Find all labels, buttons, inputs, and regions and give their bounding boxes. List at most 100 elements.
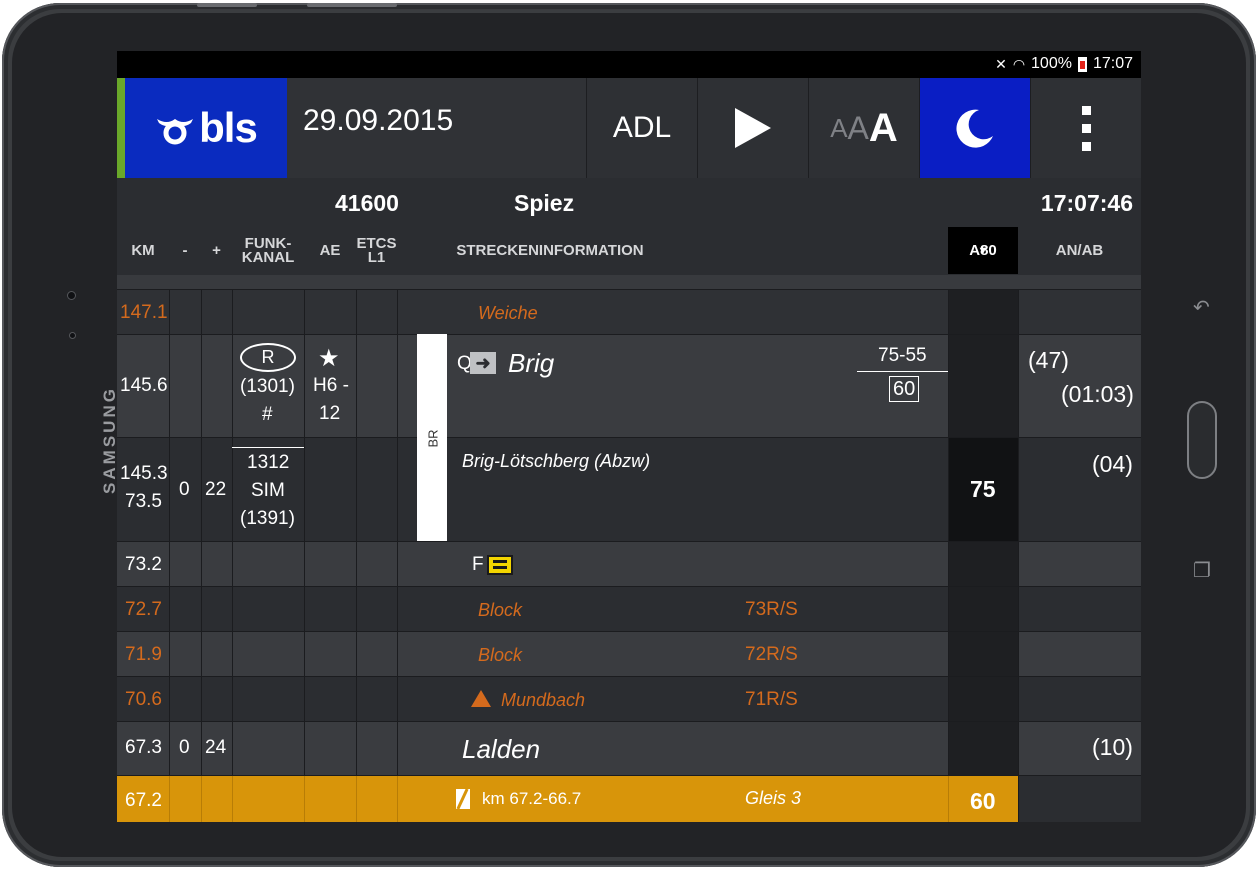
km-value: 145.6 — [120, 375, 168, 396]
arrival-value: (47) — [1028, 347, 1069, 373]
funk-hash: # — [262, 404, 273, 425]
header-separator — [117, 275, 1141, 289]
col-km: KM — [131, 242, 155, 259]
table-row[interactable]: 67.3 0 24 Lalden (10) — [117, 721, 1141, 775]
menu-dot — [1081, 105, 1091, 115]
train-number: 41600 — [335, 190, 399, 216]
track-info: Gleis 3 — [745, 788, 802, 808]
speed-limit-box: 60 — [889, 376, 920, 402]
battery-icon — [1077, 56, 1087, 72]
col-plus: + — [212, 242, 221, 259]
battery-level: 100% — [1031, 55, 1072, 72]
slope-icon — [456, 788, 470, 810]
adl-label: ADL — [612, 111, 672, 144]
star-icon: ★ — [318, 345, 340, 372]
col-ae: AE — [319, 242, 341, 259]
route-info: Mundbach — [501, 690, 586, 710]
status-time: 17:07 — [1092, 55, 1133, 72]
volume-button[interactable] — [197, 3, 257, 7]
funk-divider — [232, 447, 304, 448]
app-screen: ✕ ◠ 100% 17:07 bls 29.09.2015 ADL A A A — [117, 51, 1141, 822]
recent-apps-icon[interactable]: ❐ — [1193, 558, 1211, 582]
table-row[interactable]: 145.3 73.5 0 22 1312 SIM (1391) Brig-Löt… — [117, 437, 1141, 541]
current-station: Spiez — [514, 190, 575, 216]
play-icon — [735, 108, 771, 148]
table-row-current[interactable]: 67.2 km 67.2-66.7 Gleis 3 60 — [117, 775, 1141, 822]
arrow-right-icon: ➜ — [470, 352, 496, 374]
km-value: 71.9 — [125, 644, 162, 665]
overflow-menu-button[interactable] — [1030, 78, 1141, 178]
col-minus: - — [182, 242, 188, 259]
table-row[interactable]: 73.2 F — [117, 541, 1141, 586]
column-headers: KM - + FUNK- KANAL AE ETCS L1 STRECKENIN… — [117, 227, 1141, 275]
wifi-icon: ◠ — [1012, 55, 1026, 72]
col-streckeninformation: STRECKENINFORMATION — [456, 242, 644, 259]
km-value: 67.2 — [125, 790, 162, 811]
moon-icon — [956, 109, 993, 148]
menu-dot — [1081, 123, 1091, 133]
anab-value: (04) — [1092, 451, 1133, 477]
phone-signal-icon — [487, 555, 513, 575]
funk-ring-label: R — [261, 347, 275, 367]
minus-value: 0 — [179, 737, 190, 758]
warning-triangle-icon — [471, 690, 491, 707]
connection-indicator — [117, 78, 125, 178]
info-prefix: F — [472, 554, 484, 575]
speed-range: 75-55 — [878, 345, 927, 366]
logo-text: bls — [199, 104, 258, 151]
km-value: 147.1 — [120, 302, 168, 323]
back-icon[interactable]: ↶ — [1193, 295, 1210, 319]
speed-value: 75 — [970, 476, 996, 502]
funk-channel: (1391) — [240, 508, 295, 529]
col-etcs-line2: L1 — [367, 249, 386, 266]
route-info: Weiche — [478, 303, 538, 323]
menu-dot — [1081, 141, 1091, 151]
mute-icon: ✕ — [995, 55, 1007, 72]
anab-value: (10) — [1092, 734, 1133, 760]
km-value: 72.7 — [125, 599, 162, 620]
km-value: 73.2 — [125, 554, 162, 575]
home-button[interactable] — [1187, 401, 1217, 479]
station-name: Brig — [508, 348, 555, 378]
night-mode-button[interactable] — [919, 78, 1030, 178]
speed-profile-selector[interactable]: A80 ▼ — [948, 227, 1018, 274]
ae-value-2: 12 — [319, 403, 341, 424]
table-row[interactable]: 145.6 R (1301) # ★ H6 - 12 Q ➜ Brig 75-5… — [117, 334, 1141, 437]
power-button[interactable] — [307, 3, 397, 7]
km-range: km 67.2-66.7 — [482, 789, 582, 808]
route-info: Block — [478, 645, 523, 665]
camera-icon — [67, 291, 76, 300]
table-row[interactable]: 72.7 Block 73R/S — [117, 586, 1141, 631]
bls-logo: bls — [125, 78, 287, 178]
train-info-bar: 41600 Spiez 17:07:46 — [117, 178, 1141, 227]
toolbar: bls 29.09.2015 ADL A A A — [117, 78, 1141, 178]
play-button[interactable] — [697, 78, 808, 178]
table-row[interactable]: 147.1 Weiche — [117, 289, 1141, 334]
bls-emblem-icon — [157, 119, 194, 145]
station-name: Lalden — [462, 734, 541, 764]
journey-date: 29.09.2015 — [303, 104, 454, 137]
funk-sim: SIM — [251, 480, 285, 501]
route-info: Block — [478, 600, 523, 620]
br-label: BR — [425, 429, 441, 448]
departure-value: (01:03) — [1061, 381, 1134, 407]
speed-value: 60 — [970, 788, 996, 814]
col-funk-line2: KANAL — [241, 249, 295, 266]
status-bar: ✕ ◠ 100% 17:07 — [117, 51, 1141, 78]
q-arrow-glyph: ➜ — [475, 353, 491, 373]
km-value: 145.3 — [120, 463, 168, 484]
font-size-button[interactable]: A A A — [808, 78, 919, 178]
km-value: 67.3 — [125, 737, 162, 758]
current-clock: 17:07:46 — [1040, 190, 1133, 216]
km-value-2: 73.5 — [125, 491, 162, 512]
route-info: Brig-Lötschberg (Abzw) — [462, 451, 651, 471]
minus-value: 0 — [179, 479, 190, 500]
table-row[interactable]: 70.6 Mundbach 71R/S — [117, 676, 1141, 721]
ae-value: H6 - — [313, 375, 349, 396]
speed-divider — [857, 371, 948, 372]
table-row[interactable]: 71.9 Block 72R/S — [117, 631, 1141, 676]
col-an-ab: AN/AB — [1055, 242, 1104, 259]
adl-button[interactable]: ADL — [586, 78, 697, 178]
font-size-small: A — [830, 112, 848, 143]
funk-channel: (1301) — [240, 376, 295, 397]
